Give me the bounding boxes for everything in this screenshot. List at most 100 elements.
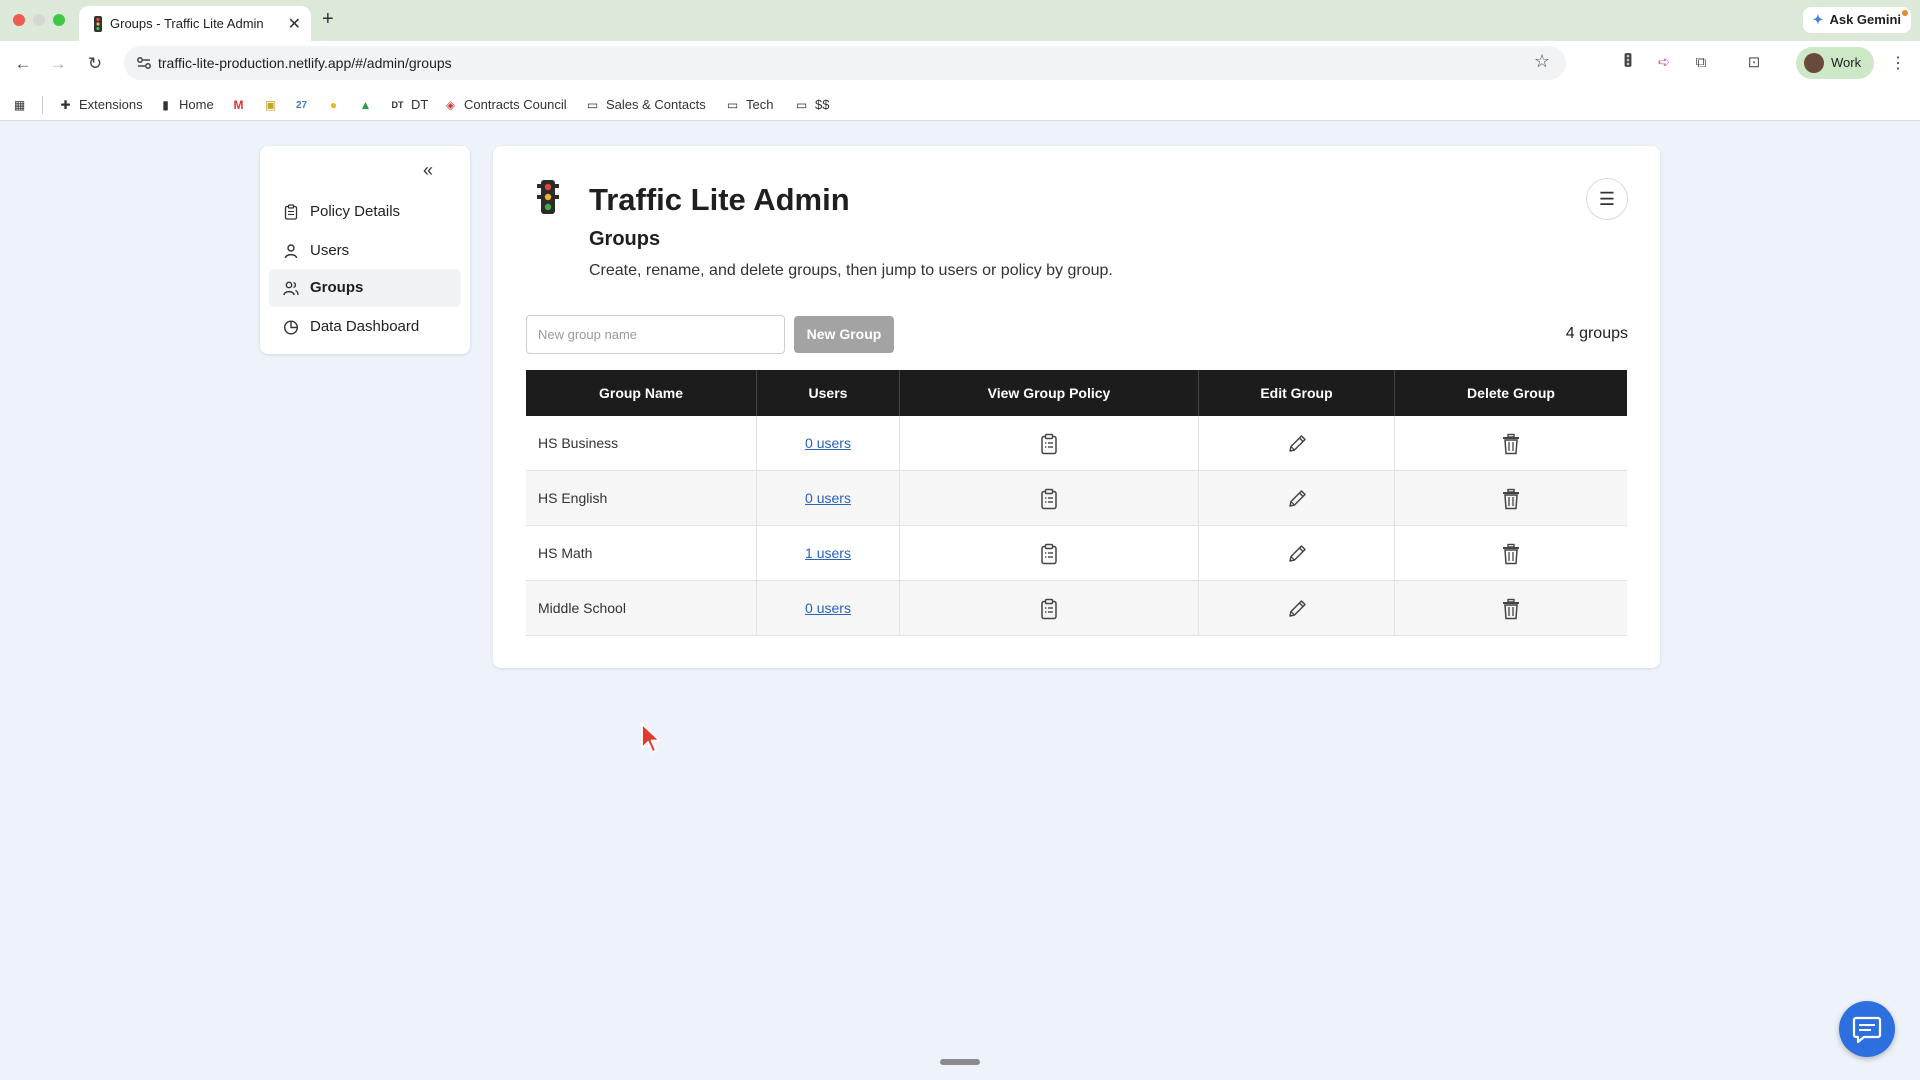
tab-search-icon[interactable]: ⊡ (1743, 52, 1765, 74)
trash-icon[interactable] (1500, 488, 1522, 510)
bookmark-gmail[interactable]: M (231, 95, 252, 115)
sidebar-item-users[interactable]: Users (269, 232, 461, 270)
reload-button[interactable]: ↻ (82, 51, 108, 77)
clipboard-icon[interactable] (1038, 598, 1060, 620)
bookmark-drive[interactable]: ▲ (358, 95, 379, 115)
ask-gemini-button[interactable]: ✦ Ask Gemini (1803, 7, 1911, 33)
edit-group-cell (1199, 416, 1395, 471)
bookmark-contacts[interactable]: ▣ (263, 95, 284, 115)
bookmark-home[interactable]: ▮ Home (158, 95, 214, 115)
trash-icon[interactable] (1500, 598, 1522, 620)
bookmark-money[interactable]: ▭ $$ (794, 95, 830, 115)
table-header: Group Name Users View Group Policy Edit … (526, 370, 1627, 416)
edit-group-cell (1199, 526, 1395, 581)
calendar-icon: 27 (295, 99, 308, 111)
delete-group-cell (1395, 526, 1627, 581)
delete-group-cell (1395, 416, 1627, 471)
new-group-button[interactable]: New Group (794, 316, 894, 353)
page-title: Groups (589, 228, 661, 250)
bookmark-label: Sales & Contacts (606, 97, 706, 112)
traffic-light-icon: ▮ (162, 97, 169, 112)
column-header-view-group-policy[interactable]: View Group Policy (900, 370, 1199, 416)
page-description: Create, rename, and delete groups, then … (589, 262, 1113, 279)
bookmark-lightbulb[interactable]: ● (326, 95, 347, 115)
browser-tab[interactable]: Groups - Traffic Lite Admin ✕ (79, 6, 311, 41)
trash-icon[interactable] (1500, 543, 1522, 565)
dt-icon: DT (391, 99, 404, 110)
users-cell: 0 users (757, 471, 900, 526)
users-link[interactable]: 0 users (805, 600, 851, 616)
group-name-cell: HS Business (526, 416, 757, 471)
contracts-icon: ◈ (445, 97, 456, 112)
address-bar[interactable]: traffic-lite-production.netlify.app/#/ad… (124, 46, 1566, 80)
column-header-delete-group[interactable]: Delete Group (1395, 370, 1627, 416)
table-row: HS English 0 users (526, 471, 1627, 526)
bookmark-contracts-council[interactable]: ◈ Contracts Council (443, 95, 567, 115)
forward-button[interactable]: → (45, 51, 71, 77)
bookmark-extensions[interactable]: ✚ Extensions (58, 95, 143, 115)
bookmark-label: Extensions (79, 97, 143, 112)
window-minimize-button[interactable] (33, 14, 45, 26)
bookmark-label: Home (179, 97, 214, 112)
sidebar-item-data-dashboard[interactable]: Data Dashboard (269, 308, 461, 346)
puzzle-icon[interactable]: ⧉ (1690, 52, 1712, 74)
pie-chart-icon (283, 320, 299, 335)
apps-grid-icon[interactable]: ▦ (12, 95, 33, 115)
new-tab-button[interactable]: + (322, 8, 334, 31)
delete-group-cell (1395, 471, 1627, 526)
column-header-group-name[interactable]: Group Name (526, 370, 757, 416)
trash-icon[interactable] (1500, 433, 1522, 455)
bookmarks-bar: ▦ ✚ Extensions ▮ Home M ▣ 27 ● ▲ DT DT ◈ Con… (0, 87, 1920, 121)
table-row: HS Business 0 users (526, 416, 1627, 471)
bottom-drag-handle[interactable] (940, 1059, 980, 1065)
site-settings-icon[interactable] (134, 53, 154, 73)
bookmark-label: Contracts Council (464, 97, 567, 112)
column-header-users[interactable]: Users (757, 370, 900, 416)
clipboard-icon[interactable] (1038, 488, 1060, 510)
arrow-extension-icon[interactable]: ➪ (1653, 52, 1675, 74)
users-link[interactable]: 0 users (805, 435, 851, 451)
collapse-sidebar-icon[interactable]: « (423, 160, 433, 181)
back-button[interactable]: ← (10, 51, 36, 77)
close-icon[interactable]: ✕ (288, 14, 301, 34)
sidebar-item-label: Groups (310, 279, 364, 296)
clipboard-icon[interactable] (1038, 543, 1060, 565)
group-name-cell: HS English (526, 471, 757, 526)
pencil-icon[interactable] (1286, 598, 1308, 620)
gmail-icon: M (233, 97, 244, 112)
clipboard-icon[interactable] (1038, 433, 1060, 455)
profile-button[interactable]: Work (1796, 47, 1874, 79)
table-row: Middle School 0 users (526, 581, 1627, 636)
browser-menu-icon[interactable]: ⋮ (1890, 53, 1906, 73)
tab-title: Groups - Traffic Lite Admin (110, 16, 264, 31)
window-close-button[interactable] (13, 14, 25, 26)
hamburger-menu-button[interactable]: ☰ (1586, 178, 1628, 220)
pencil-icon[interactable] (1286, 488, 1308, 510)
column-header-edit-group[interactable]: Edit Group (1199, 370, 1395, 416)
traffic-light-extension-icon[interactable] (1617, 52, 1639, 74)
bookmark-dt[interactable]: DT DT (390, 95, 429, 115)
users-link[interactable]: 1 users (805, 545, 851, 561)
users-link[interactable]: 0 users (805, 490, 851, 506)
bookmark-star-icon[interactable]: ☆ (1534, 51, 1550, 72)
browser-toolbar: ← → ↻ traffic-lite-production.netlify.ap… (0, 41, 1920, 87)
traffic-light-icon (537, 180, 559, 214)
pencil-icon[interactable] (1286, 433, 1308, 455)
view-policy-cell (900, 416, 1199, 471)
sidebar-item-groups[interactable]: Groups (269, 269, 461, 307)
new-group-name-input[interactable] (526, 315, 785, 354)
folder-icon: ▭ (795, 97, 808, 112)
drive-icon: ▲ (359, 97, 372, 112)
user-icon (284, 244, 298, 259)
view-policy-cell (900, 581, 1199, 636)
bookmark-calendar[interactable]: 27 (294, 95, 315, 115)
lightbulb-icon: ● (329, 97, 338, 112)
chat-button[interactable] (1839, 1001, 1895, 1057)
bookmark-sales-contacts[interactable]: ▭ Sales & Contacts (585, 95, 706, 115)
gemini-icon: ✦ (1812, 12, 1824, 27)
pencil-icon[interactable] (1286, 543, 1308, 565)
sidebar-item-policy-details[interactable]: Policy Details (269, 193, 461, 231)
bookmark-tech[interactable]: ▭ Tech (725, 95, 774, 115)
window-zoom-button[interactable] (53, 14, 65, 26)
groups-table: Group Name Users View Group Policy Edit … (526, 370, 1627, 636)
